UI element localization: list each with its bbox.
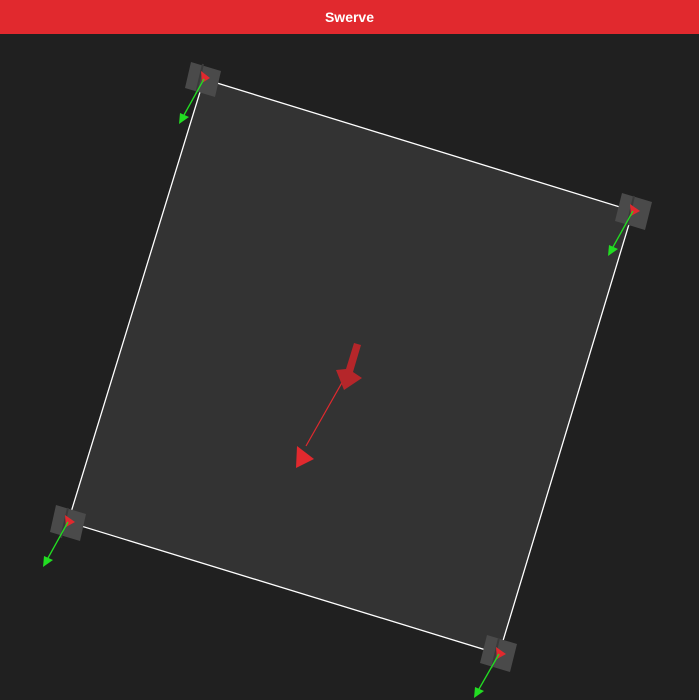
- title-bar: Swerve: [0, 0, 699, 34]
- swerve-module-back-left: [43, 505, 86, 567]
- widget-title: Swerve: [324, 9, 375, 25]
- swerve-drive-robot-icon: [43, 62, 652, 698]
- swerve-canvas: [0, 34, 699, 700]
